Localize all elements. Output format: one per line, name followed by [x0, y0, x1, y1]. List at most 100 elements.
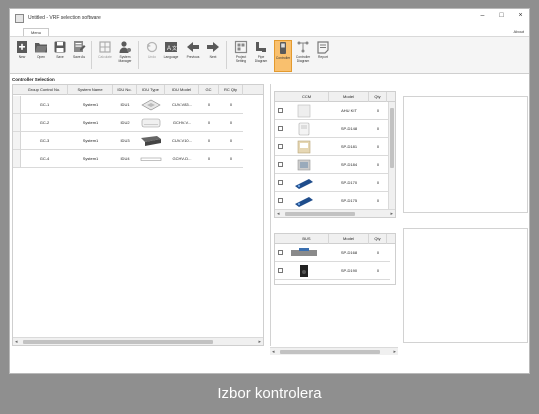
next-button[interactable]: Next: [204, 40, 222, 72]
ccm-checkbox[interactable]: [278, 144, 283, 149]
table-row[interactable]: GC-3 System1 IDU3 CUV-V10... 0 0: [21, 132, 243, 150]
calculator-icon: [99, 41, 111, 53]
rc-qty: 0: [229, 138, 233, 143]
scroll-thumb[interactable]: [390, 108, 394, 168]
toolbar-label: Controller: [275, 56, 291, 60]
group-control-no: GC-1: [39, 102, 50, 107]
previous-button[interactable]: Previous: [184, 40, 202, 72]
scroll-right-icon[interactable]: ▸: [390, 210, 393, 217]
horizontal-scrollbar[interactable]: ◂ ▸: [275, 209, 395, 217]
scroll-thumb[interactable]: [23, 340, 213, 344]
language-button[interactable]: A文 Language: [162, 40, 180, 72]
new-button[interactable]: New: [13, 40, 31, 72]
table-header: BUS Model Qty: [275, 234, 395, 244]
ccm-checkbox[interactable]: [278, 162, 283, 167]
scroll-right-icon[interactable]: ▸: [258, 338, 261, 346]
ccm-model: AHU KIT: [341, 108, 357, 113]
group-control-table: Group Control No. System Name IDU No. ID…: [12, 84, 264, 346]
table-row[interactable]: GC-4 System1 IDU4 GCHV-D... 0 0: [21, 150, 243, 168]
column-header[interactable]: Model: [329, 234, 369, 244]
column-header[interactable]: BUS: [285, 234, 329, 244]
ccm-checkbox[interactable]: [278, 198, 283, 203]
table-row[interactable]: AHU KIT 0: [275, 102, 390, 120]
rc-qty: 0: [229, 102, 233, 107]
column-header[interactable]: Group Control No.: [21, 85, 68, 95]
bus-qty: 0: [376, 268, 380, 273]
project-setting-button[interactable]: Project Setting: [232, 40, 250, 72]
ccm-checkbox[interactable]: [278, 126, 283, 131]
row-selector[interactable]: [13, 150, 21, 168]
controller-diagram-icon: [297, 41, 309, 53]
close-button[interactable]: ×: [516, 12, 525, 19]
scroll-left-icon[interactable]: ◂: [277, 210, 280, 217]
panel-horizontal-scrollbar[interactable]: ◂ ▸: [270, 347, 398, 355]
about-link[interactable]: About: [514, 29, 524, 34]
ducted-unit-icon: [141, 136, 161, 146]
calculate-button[interactable]: Calculate: [96, 40, 114, 72]
column-header[interactable]: IDU Type: [137, 85, 165, 95]
row-selector[interactable]: [13, 114, 21, 132]
scroll-left-icon[interactable]: ◂: [272, 348, 275, 356]
column-header[interactable]: System Name: [68, 85, 113, 95]
save-as-button[interactable]: Save As: [70, 40, 88, 72]
bus-checkbox[interactable]: [278, 250, 283, 255]
project-setting-icon: [234, 40, 248, 54]
column-header[interactable]: RC Qty: [219, 85, 243, 95]
table-row[interactable]: SP-D190 0: [275, 262, 390, 280]
group-control-no: GC-3: [39, 138, 50, 143]
table-row[interactable]: SP-D148 0: [275, 120, 390, 138]
scroll-thumb[interactable]: [280, 350, 380, 354]
column-header[interactable]: Qty: [369, 92, 387, 102]
gc-value: 0: [207, 102, 211, 107]
row-selector[interactable]: [13, 96, 21, 114]
bus-qty: 0: [376, 250, 380, 255]
column-header[interactable]: IDU No.: [113, 85, 137, 95]
row-selector[interactable]: [13, 132, 21, 150]
save-button[interactable]: Save: [51, 40, 69, 72]
scroll-left-icon[interactable]: ◂: [15, 338, 18, 346]
table-row[interactable]: SP-D181 0: [275, 138, 390, 156]
ccm-checkbox[interactable]: [278, 180, 283, 185]
report-button[interactable]: Report: [314, 40, 332, 72]
column-header[interactable]: IDU Model: [165, 85, 199, 95]
menu-tab[interactable]: Menu: [23, 28, 50, 36]
ccm-qty: 0: [376, 162, 380, 167]
rc-qty: 0: [229, 120, 233, 125]
minimize-button[interactable]: –: [478, 12, 487, 19]
table-row[interactable]: SP-D168 0: [275, 244, 390, 262]
table-row[interactable]: GC-1 System1 IDU1 CUV-V83... 0 0: [21, 96, 243, 114]
undo-button[interactable]: Undo: [143, 40, 161, 72]
system-name: System1: [82, 102, 99, 107]
system-manager-button[interactable]: System Manager: [116, 40, 134, 72]
caption: Izbor kontrolera: [0, 374, 539, 414]
ccm-checkbox[interactable]: [278, 108, 283, 113]
horizontal-scrollbar[interactable]: ◂ ▸: [13, 337, 263, 345]
remote-blue-icon: [295, 197, 313, 207]
system-name: System1: [82, 138, 99, 143]
save-as-icon: [74, 41, 86, 52]
idu-model: CUV-V10...: [171, 138, 192, 143]
pipe-diagram-button[interactable]: Pipe Diagram: [252, 40, 270, 72]
bus-table: BUS Model Qty SP-D168 0 SP-D190 0: [274, 233, 396, 285]
table-row[interactable]: SP-D184 0: [275, 156, 390, 174]
bus-checkbox[interactable]: [278, 268, 283, 273]
controller-button[interactable]: Controller: [274, 40, 292, 72]
column-header[interactable]: CCM: [285, 92, 329, 102]
column-header[interactable]: Qty: [369, 234, 387, 244]
table-row[interactable]: GC-2 System1 IDU2 GCHV-V... 0 0: [21, 114, 243, 132]
undo-icon: [146, 41, 158, 53]
ccm-table: CCM Model Qty AHU KIT 0 SP-D148 0 SP-D18…: [274, 91, 396, 218]
open-button[interactable]: Open: [32, 40, 50, 72]
controller-diagram-button[interactable]: Controller Diagram: [294, 40, 312, 72]
new-file-icon: [17, 41, 27, 53]
table-row[interactable]: SP-D170 0: [275, 174, 390, 192]
column-header[interactable]: GC: [199, 85, 219, 95]
maximize-button[interactable]: □: [497, 12, 506, 19]
vertical-scrollbar[interactable]: [388, 102, 395, 211]
table-row[interactable]: SP-D175 0: [275, 192, 390, 210]
scroll-thumb[interactable]: [285, 212, 355, 216]
scroll-right-icon[interactable]: ▸: [393, 348, 396, 356]
column-header[interactable]: Model: [329, 92, 369, 102]
group-control-no: GC-2: [39, 120, 50, 125]
idu-no: IDU2: [120, 120, 130, 125]
